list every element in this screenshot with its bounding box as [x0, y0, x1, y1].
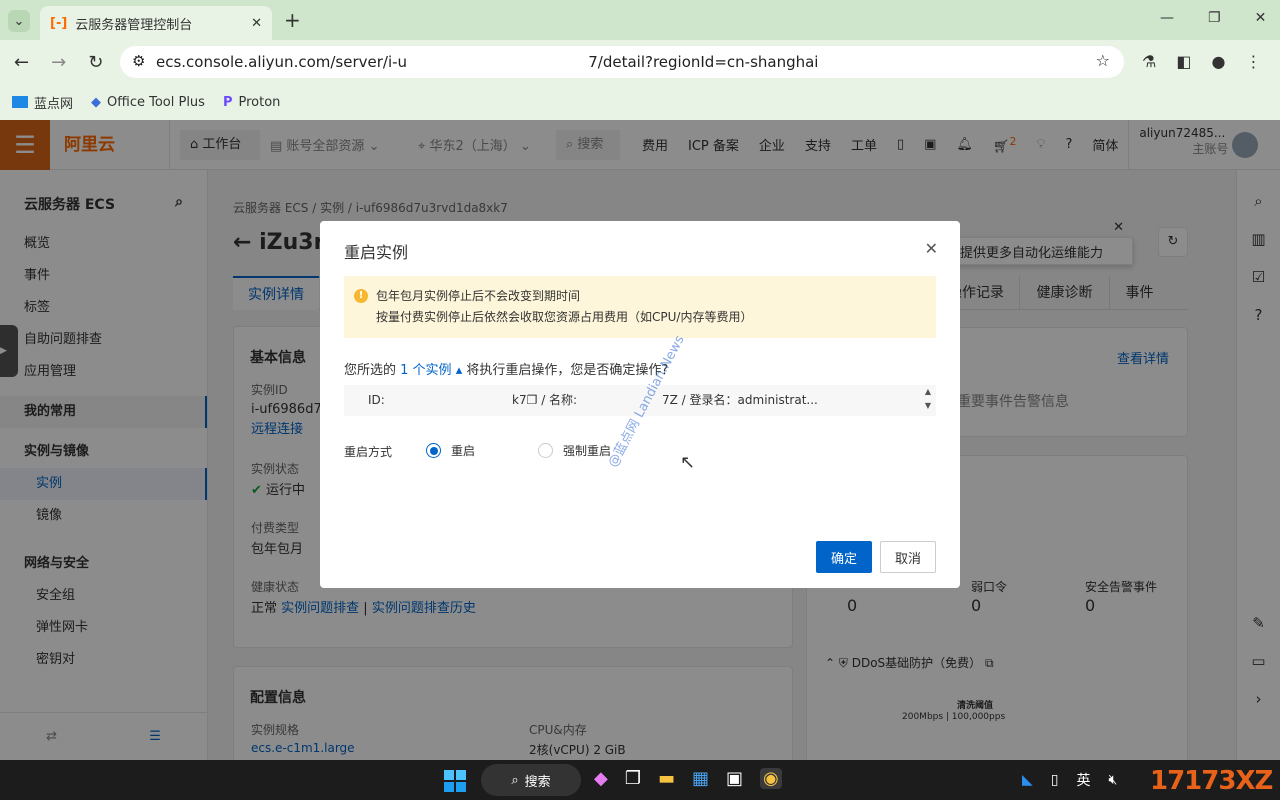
radio-selected-icon	[426, 443, 441, 458]
taskbar-search[interactable]: ⌕ 搜索	[481, 764, 581, 796]
restart-instance-dialog: 重启实例 ✕ ! 包年包月实例停止后不会改变到期时间 按量付费实例停止后依然会收…	[320, 221, 960, 588]
dialog-title: 重启实例	[344, 243, 409, 262]
bookmark-star-icon[interactable]: ☆	[1096, 51, 1110, 70]
instance-name-login: 7Z / 登录名：administrat...	[662, 393, 818, 407]
forward-icon[interactable]: →	[51, 52, 66, 73]
tray-app-icon[interactable]: ◣	[1022, 772, 1033, 788]
taskbar-search-label: 搜索	[524, 774, 551, 790]
confirm-question: 您所选的 1 个实例 ▴ 将执行重启操作，您是否确定操作?	[344, 359, 668, 378]
close-tab-icon[interactable]: ✕	[251, 16, 262, 31]
taskbar: ⌕ 搜索 ◆ ❐ ▬ ▦ ▣ ◉ ◣ ▯ 英 🔇︎ 17173XZ	[0, 760, 1280, 800]
tab-search-icon[interactable]: ⌄	[8, 10, 30, 32]
file-explorer-icon[interactable]: ▬	[658, 768, 675, 789]
question-prefix: 您所选的	[344, 363, 397, 378]
list-scrollbar[interactable]: ▲ ▼	[920, 385, 936, 416]
bookmark-label: 蓝点网	[34, 96, 74, 112]
warning-line: 按量付费实例停止后依然会收取您资源占用费用（如CPU/内存等费用）	[376, 310, 753, 324]
aliyun-favicon-icon: [-]	[50, 15, 68, 31]
copy-icon[interactable]: ❐	[527, 393, 538, 407]
labs-icon[interactable]: ⚗	[1142, 52, 1156, 71]
office-icon: ◆	[91, 94, 102, 110]
warning-alert: ! 包年包月实例停止后不会改变到期时间 按量付费实例停止后依然会收取您资源占用费…	[344, 276, 936, 338]
bookmark-label: Office Tool Plus	[107, 94, 205, 110]
ime-indicator[interactable]: 英	[1077, 770, 1091, 790]
confirm-button[interactable]: 确定	[816, 541, 872, 573]
menu-icon[interactable]: ⋮	[1245, 52, 1261, 71]
instance-count: 1 个实例	[400, 363, 452, 378]
radio-restart[interactable]: 重启	[426, 442, 475, 459]
mouse-cursor-icon: ↖	[680, 452, 696, 473]
terminal-icon[interactable]: ▣	[726, 768, 743, 789]
search-icon: ⌕	[511, 772, 519, 788]
bookmark-proton[interactable]: P Proton	[223, 95, 280, 110]
watermark-logo: 17173XZ	[1150, 766, 1273, 796]
minimize-icon[interactable]: —	[1160, 10, 1174, 26]
cancel-button[interactable]: 取消	[880, 541, 936, 573]
store-icon[interactable]: ▦	[692, 768, 709, 789]
restore-icon[interactable]: ❐	[1208, 10, 1221, 26]
usb-icon[interactable]: ▯	[1051, 772, 1059, 788]
id-label: ID:	[368, 393, 385, 407]
close-window-icon[interactable]: ✕	[1255, 10, 1267, 26]
profile-icon[interactable]: ●	[1211, 52, 1225, 71]
reload-icon[interactable]: ↻	[88, 52, 103, 73]
task-view-icon[interactable]: ❐	[625, 768, 641, 789]
tab-title: 云服务器管理控制台	[75, 17, 193, 33]
warning-line: 包年包月实例停止后不会改变到期时间	[376, 289, 581, 303]
new-tab-icon[interactable]: +	[284, 8, 301, 32]
volume-muted-icon[interactable]: 🔇︎	[1109, 772, 1118, 788]
radio-force-restart[interactable]: 强制重启	[538, 442, 611, 459]
instance-count-toggle[interactable]: 1 个实例 ▴	[400, 363, 462, 378]
bookmark-label: Proton	[238, 94, 281, 110]
restart-mode-label: 重启方式	[344, 445, 393, 459]
radio-unselected-icon	[538, 443, 553, 458]
bookmark-office-tool-plus[interactable]: ◆ Office Tool Plus	[91, 95, 205, 110]
chrome-icon[interactable]: ◉	[760, 768, 782, 789]
site-info-icon[interactable]: ⚙	[132, 52, 145, 70]
back-icon[interactable]: ←	[14, 52, 29, 73]
bookmarks-bar: 蓝点网 ◆ Office Tool Plus P Proton	[0, 84, 1280, 120]
windows-start-icon[interactable]	[444, 770, 466, 792]
address-bar[interactable]: ⚙ ecs.console.aliyun.com/server/i-u 7/de…	[120, 46, 1124, 78]
close-dialog-icon[interactable]: ✕	[925, 239, 938, 258]
url-text: ecs.console.aliyun.com/server/i-u 7/deta…	[156, 53, 819, 71]
proton-icon: P	[222, 94, 233, 110]
landian-icon	[12, 96, 28, 108]
browser-tab[interactable]: [-] 云服务器管理控制台 ✕	[40, 6, 272, 40]
warning-icon: !	[354, 289, 368, 303]
bookmark-landian[interactable]: 蓝点网	[12, 93, 73, 112]
question-suffix: 将执行重启操作，您是否确定操作?	[466, 363, 669, 378]
name-label: / 名称:	[541, 393, 578, 407]
copilot-icon[interactable]: ◆	[594, 768, 608, 789]
side-panel-icon[interactable]: ◧	[1176, 52, 1191, 71]
radio-label: 重启	[451, 444, 476, 458]
instance-id-tail: k7	[512, 393, 527, 407]
